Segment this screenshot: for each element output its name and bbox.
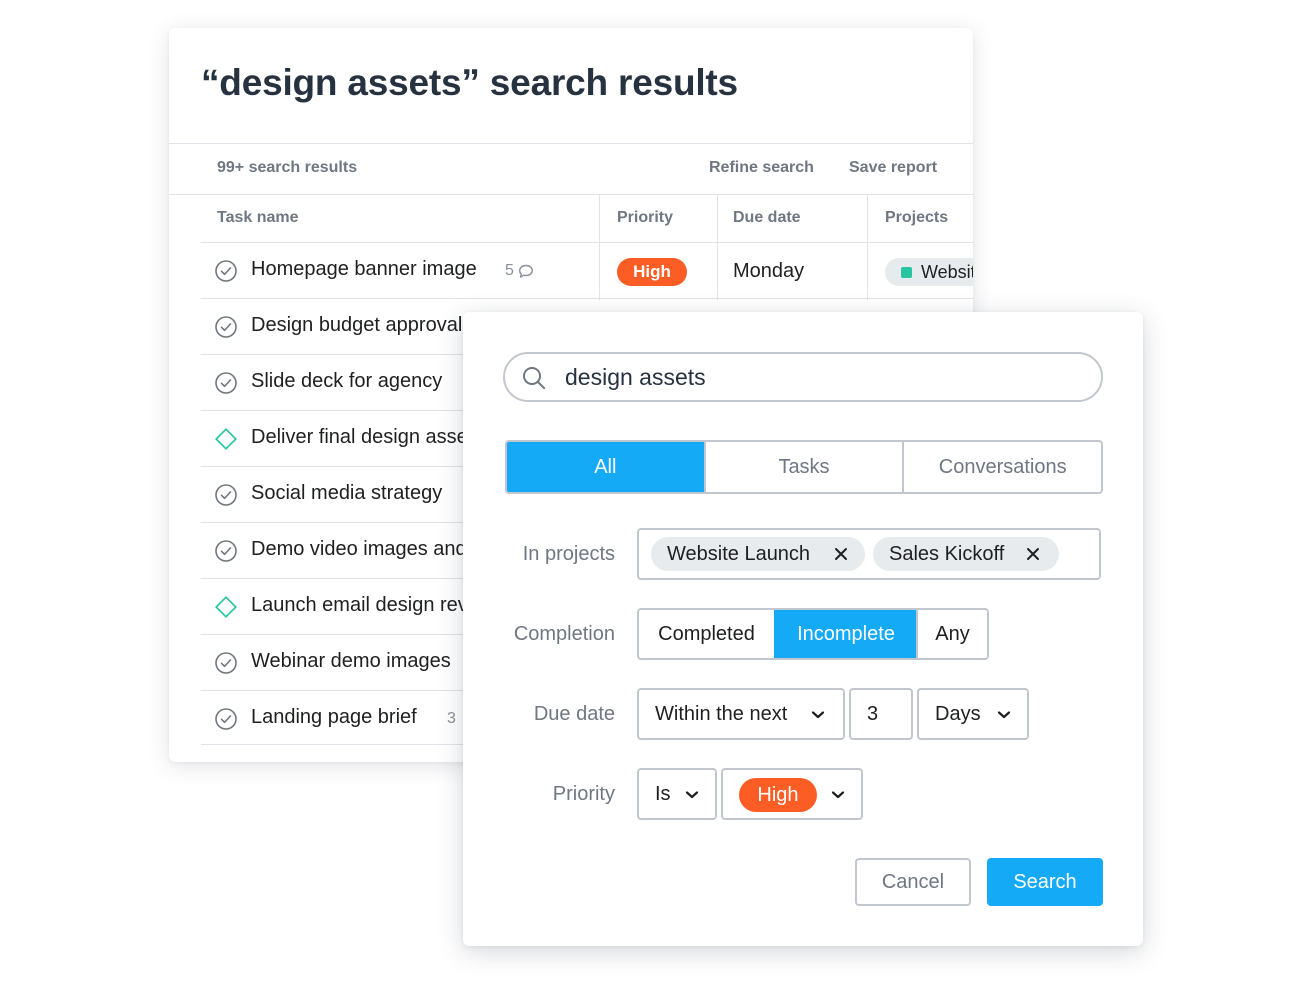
due-date-unit-select[interactable]: Days (917, 688, 1029, 740)
priority-label: Priority (552, 783, 615, 805)
task-name[interactable]: Social media strategy (251, 482, 442, 505)
task-name[interactable]: Deliver final design assets (251, 426, 483, 449)
check-circle-icon[interactable] (215, 316, 237, 338)
column-header-projects[interactable]: Projects (885, 209, 948, 227)
task-name[interactable]: Homepage banner image (251, 258, 477, 281)
search-query[interactable]: design assets (565, 364, 706, 391)
due-date-mode-select[interactable]: Within the next (637, 688, 845, 740)
due-date-amount-value: 3 (867, 703, 879, 725)
chevron-down-icon (997, 711, 1011, 719)
priority-value-select[interactable]: High (721, 768, 863, 820)
search-input[interactable]: design assets (503, 352, 1103, 402)
tab-conversations[interactable]: Conversations (902, 442, 1101, 492)
task-name[interactable]: Slide deck for agency (251, 370, 442, 393)
chevron-down-icon (831, 791, 845, 799)
cancel-button[interactable]: Cancel (855, 858, 971, 906)
project-chip-label: Website Launch (921, 262, 973, 282)
task-name[interactable]: Design budget approval (251, 314, 462, 337)
tab-all[interactable]: All (507, 442, 704, 492)
task-name[interactable]: Webinar demo images (251, 650, 451, 673)
due-date-unit-value: Days (935, 703, 981, 725)
search-button[interactable]: Search (987, 858, 1103, 906)
column-header-priority[interactable]: Priority (617, 209, 673, 227)
completion-option-any[interactable]: Any (916, 610, 987, 658)
check-circle-icon[interactable] (215, 540, 237, 562)
task-name[interactable]: Demo video images and (251, 538, 467, 561)
completion-toggle: Completed Incomplete Any (637, 608, 989, 660)
chevron-down-icon (811, 711, 825, 719)
page-title: “design assets” search results (201, 62, 738, 103)
result-type-tabs: All Tasks Conversations (505, 440, 1103, 494)
due-date-amount-input[interactable]: 3 (849, 688, 913, 740)
results-toolbar: 99+ search results Refine search Save re… (169, 143, 973, 195)
priority-operator-select[interactable]: Is (637, 768, 717, 820)
chevron-down-icon (685, 791, 699, 799)
advanced-search-dialog: design assets All Tasks Conversations In… (463, 312, 1143, 946)
completion-option-incomplete[interactable]: Incomplete (774, 610, 916, 658)
table-row[interactable]: Homepage banner image 5 (201, 242, 973, 299)
comment-count: 3 (447, 710, 456, 727)
tab-tasks[interactable]: Tasks (703, 442, 903, 492)
project-chip[interactable]: Website Launch (885, 258, 973, 286)
refine-search-link[interactable]: Refine search (709, 159, 814, 177)
project-tag-label: Website Launch (667, 543, 811, 565)
results-count: 99+ search results (217, 159, 358, 176)
diamond-icon[interactable] (215, 428, 237, 450)
project-tag: Website Launch (651, 537, 865, 571)
project-tag: Sales Kickoff (873, 537, 1059, 571)
check-circle-icon[interactable] (215, 260, 237, 282)
check-circle-icon[interactable] (215, 484, 237, 506)
priority-badge: High (739, 778, 817, 812)
comment-count: 5 (505, 262, 534, 280)
check-circle-icon[interactable] (215, 652, 237, 674)
project-tag-label: Sales Kickoff (889, 543, 1005, 565)
check-circle-icon[interactable] (215, 708, 237, 730)
priority-operator-value: Is (655, 783, 671, 805)
due-date-value[interactable]: Monday (733, 260, 804, 283)
search-icon (523, 367, 546, 390)
table-header: Task name Priority Due date Projects (169, 194, 973, 243)
save-report-link[interactable]: Save report (849, 159, 937, 177)
check-circle-icon[interactable] (215, 372, 237, 394)
diamond-icon[interactable] (215, 596, 237, 618)
priority-badge[interactable]: High (617, 258, 687, 286)
close-icon[interactable] (833, 546, 849, 562)
due-date-label: Due date (533, 703, 615, 725)
task-name[interactable]: Launch email design review (251, 594, 498, 617)
in-projects-label: In projects (522, 543, 615, 565)
task-name[interactable]: Landing page brief (251, 706, 417, 729)
close-icon[interactable] (1025, 546, 1041, 562)
due-date-mode-value: Within the next (655, 703, 788, 725)
project-color-dot (901, 267, 912, 278)
column-header-task-name[interactable]: Task name (217, 209, 299, 227)
column-header-due-date[interactable]: Due date (733, 209, 801, 227)
completion-label: Completion (513, 623, 615, 645)
completion-option-completed[interactable]: Completed (639, 610, 774, 658)
projects-filter-field[interactable]: Website Launch Sales Kickoff (637, 528, 1101, 580)
comment-icon (518, 264, 533, 278)
